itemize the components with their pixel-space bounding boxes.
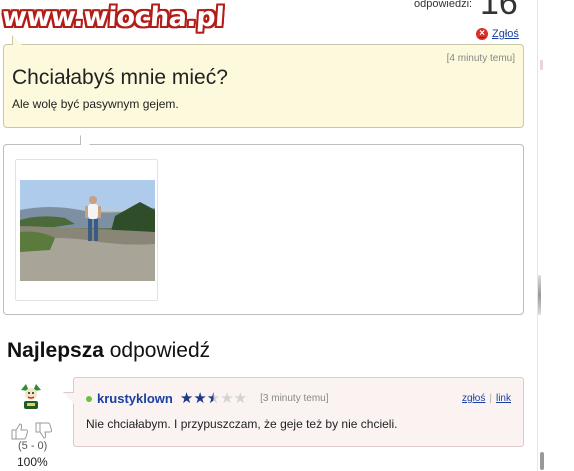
rating-star-icon: ★ bbox=[233, 389, 248, 407]
rating-stars: ★ ★ ★ ★ ★ bbox=[179, 389, 248, 407]
scrollbar-thumb[interactable] bbox=[538, 275, 541, 315]
best-answer-box: krustyklown ★ ★ ★ ★ ★ [3 minuty temu] zgłoś … bbox=[63, 377, 524, 447]
scrollbar-end[interactable] bbox=[540, 452, 544, 470]
rating-star-icon: ★ bbox=[206, 389, 221, 407]
question-box: [4 minuty temu] Chciałabyś mnie mieć? Al… bbox=[3, 35, 524, 128]
answer-text: Nie chciałabym. I przypuszczam, że geje … bbox=[86, 417, 398, 431]
vote-percent: 100% bbox=[17, 455, 48, 469]
right-divider bbox=[537, 0, 538, 471]
rating-star-icon: ★ bbox=[220, 389, 234, 407]
vote-count: (5 - 0) bbox=[18, 440, 48, 452]
question-text: Ale wolę być pasywnym gejem. bbox=[12, 97, 179, 111]
best-answer-heading: Najlepsza odpowiedź bbox=[7, 339, 210, 363]
report-answer-link[interactable]: zgłoś bbox=[462, 393, 485, 404]
rating-star-icon: ★ bbox=[179, 389, 194, 407]
answer-tail bbox=[63, 392, 74, 404]
best-answer-heading-bold: Najlepsza bbox=[7, 339, 104, 362]
question-tail bbox=[12, 35, 22, 45]
vote-thumbs bbox=[10, 422, 56, 440]
answer-links: zgłoś | link bbox=[462, 393, 511, 404]
answers-count: 16 bbox=[480, 0, 518, 22]
thumb-down-icon[interactable] bbox=[35, 422, 53, 439]
report-question-link[interactable]: × Zgłoś bbox=[476, 28, 519, 40]
link-separator: | bbox=[489, 393, 492, 404]
avatar-krusty-icon[interactable] bbox=[18, 382, 44, 412]
photo-tail bbox=[80, 135, 90, 145]
report-close-icon: × bbox=[476, 28, 488, 40]
watermark: www.wiocha.pl bbox=[0, 2, 225, 33]
photo-image[interactable] bbox=[20, 180, 155, 281]
right-edge-mark bbox=[540, 60, 543, 70]
report-label: Zgłoś bbox=[492, 28, 519, 40]
answer-author-row: krustyklown ★ ★ ★ ★ ★ [3 minuty temu] bbox=[86, 391, 328, 406]
photo-scene bbox=[20, 180, 155, 281]
photo-thumbnail[interactable] bbox=[15, 159, 158, 301]
rating-star-icon: ★ bbox=[193, 389, 207, 407]
answers-label: odpowiedzi: bbox=[414, 0, 473, 10]
answer-time: [3 minuty temu] bbox=[260, 393, 329, 404]
permalink-link[interactable]: link bbox=[496, 393, 511, 404]
question-title: Chciałabyś mnie mieć? bbox=[12, 66, 228, 89]
online-status-icon bbox=[86, 395, 92, 402]
answer-author-name[interactable]: krustyklown bbox=[97, 391, 173, 406]
photo-box bbox=[3, 135, 524, 315]
thumb-up-icon[interactable] bbox=[11, 423, 29, 440]
question-time: [4 minuty temu] bbox=[446, 53, 515, 64]
best-answer-heading-rest: odpowiedź bbox=[103, 339, 211, 362]
